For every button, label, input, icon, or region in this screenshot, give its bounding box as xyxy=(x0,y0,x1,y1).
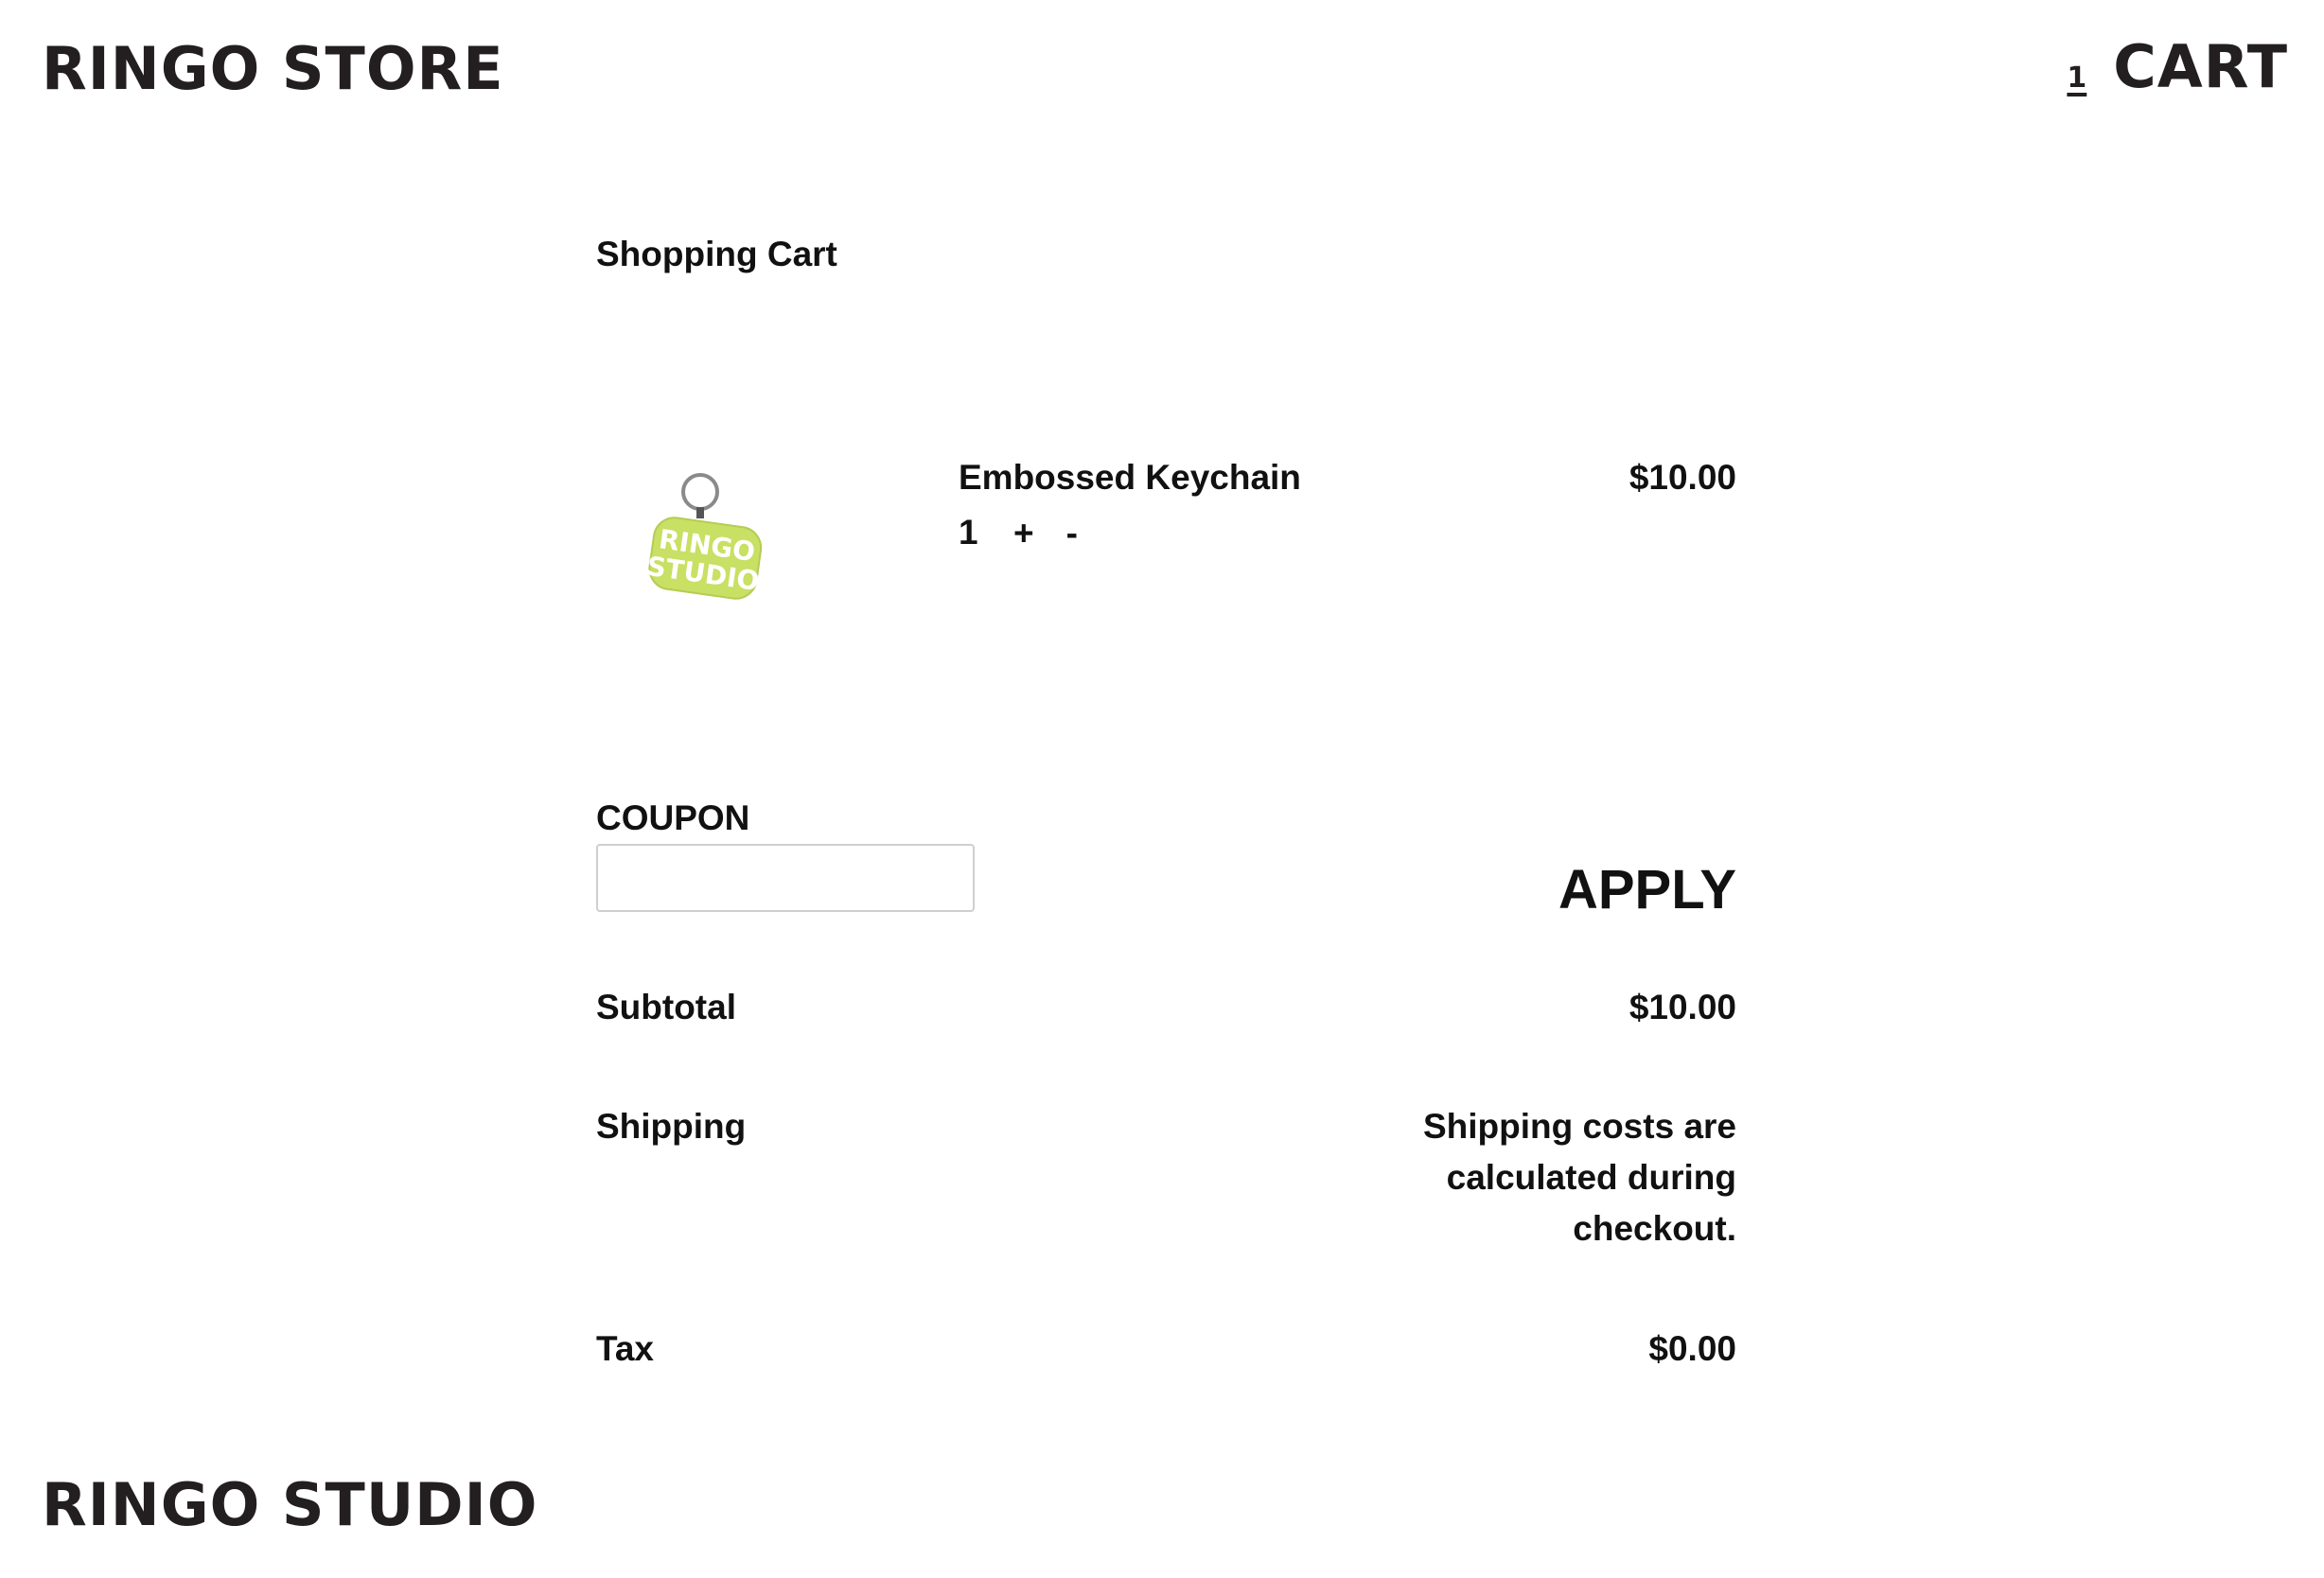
decrement-button[interactable]: - xyxy=(1066,516,1078,551)
coupon-label: COUPON xyxy=(596,798,750,837)
coupon-input[interactable] xyxy=(596,844,975,912)
tax-value: $0.00 xyxy=(1648,1329,1736,1368)
shipping-label: Shipping xyxy=(596,1107,747,1146)
coupon-section: COUPON APPLY xyxy=(596,798,1736,918)
subtotal-label: Subtotal xyxy=(596,988,736,1026)
shipping-note: Shipping costs are calculated during che… xyxy=(1422,1107,1736,1248)
subtotal-value: $10.00 xyxy=(1629,988,1736,1026)
keyring-icon xyxy=(681,473,719,511)
product-price: $10.00 xyxy=(1629,458,1736,497)
cart-main: Shopping Cart RINGO STUDIO Embossed Keyc… xyxy=(596,235,1736,1366)
cart-count: 1 xyxy=(2067,61,2087,95)
quantity-value: 1 xyxy=(959,513,978,552)
cart-link[interactable]: 1 CART xyxy=(2067,38,2288,96)
cart-label: CART xyxy=(2113,32,2288,101)
store-logo[interactable]: RINGO STORE xyxy=(42,40,504,98)
cart-item: RINGO STUDIO Embossed Keychain $10.00 1 … xyxy=(596,460,1736,649)
page-title: Shopping Cart xyxy=(596,235,837,273)
footer-logo[interactable]: RINGO STUDIO xyxy=(42,1476,537,1534)
apply-coupon-button[interactable]: APPLY xyxy=(1558,863,1736,918)
increment-button[interactable]: + xyxy=(1013,516,1034,551)
tax-label: Tax xyxy=(596,1329,655,1368)
product-name[interactable]: Embossed Keychain xyxy=(959,460,1301,495)
keychain-product-image[interactable]: RINGO STUDIO xyxy=(634,465,776,617)
quantity-stepper: 1 + - xyxy=(959,513,1110,552)
